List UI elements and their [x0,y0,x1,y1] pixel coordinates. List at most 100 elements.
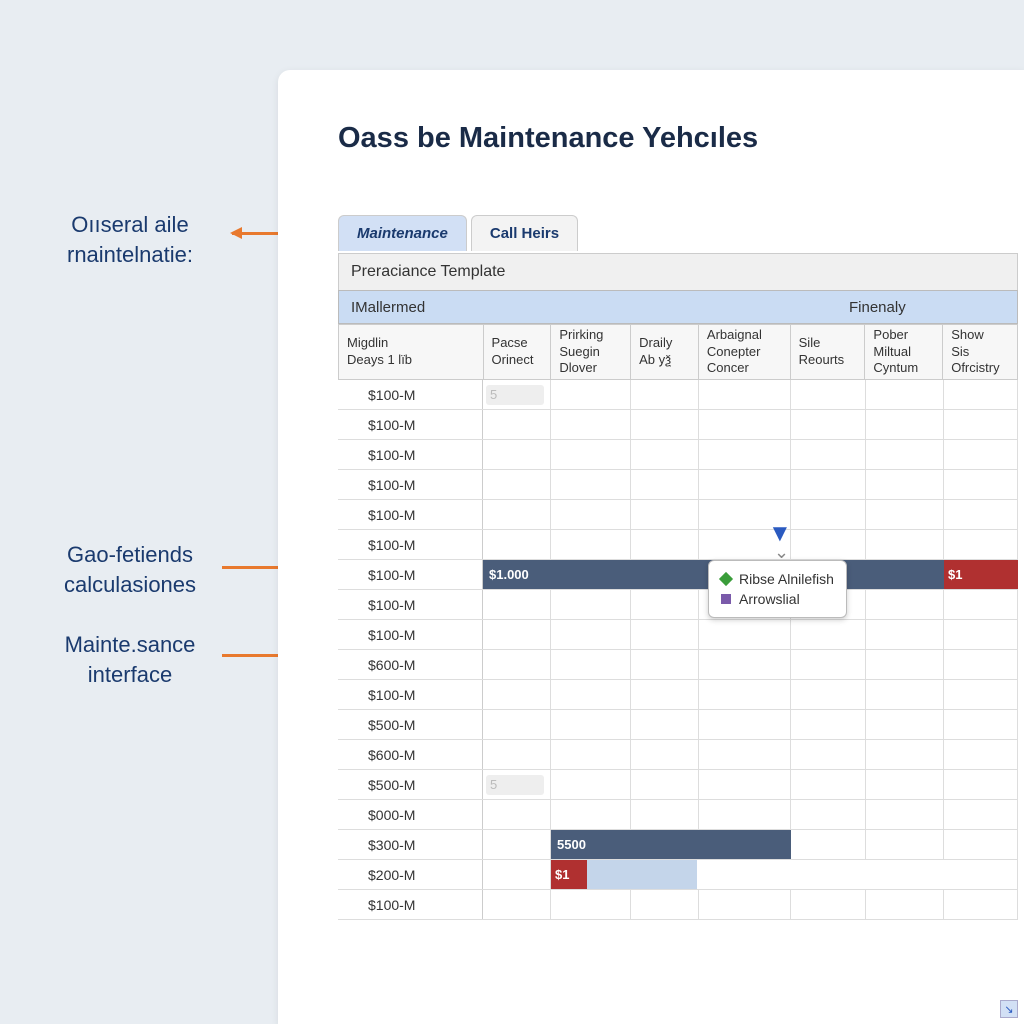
cell[interactable] [483,890,551,919]
cell[interactable] [791,680,866,709]
cell[interactable] [944,710,1018,739]
cell[interactable] [631,770,699,799]
cell[interactable] [631,410,699,439]
column-header-7[interactable]: ShowSis Ofrcistry [943,325,1017,379]
column-header-3[interactable]: Draily Ab уѯ [631,325,699,379]
cell[interactable]: 5 [483,380,551,409]
cell[interactable] [866,440,944,469]
cell[interactable] [866,500,944,529]
cell[interactable] [551,710,631,739]
cell[interactable] [483,440,551,469]
gantt-bar[interactable]: 5500 [551,830,791,859]
cell[interactable] [631,650,699,679]
cell[interactable] [944,890,1018,919]
cell[interactable] [791,710,866,739]
cell[interactable] [944,440,1018,469]
cell[interactable] [699,740,791,769]
tab-maintenance[interactable]: Maintenance [338,215,467,251]
cell[interactable] [699,890,791,919]
cell[interactable] [631,800,699,829]
cell[interactable] [791,890,866,919]
cell[interactable] [699,770,791,799]
cell[interactable] [699,440,791,469]
cell[interactable] [551,410,631,439]
tooltip-item-2[interactable]: Arrowslial [721,589,834,609]
column-header-1[interactable]: Pacse Orinect [484,325,552,379]
cell[interactable] [791,470,866,499]
cell[interactable] [631,530,699,559]
cell[interactable] [866,800,944,829]
column-header-5[interactable]: Sile Reourts [791,325,866,379]
cell[interactable] [551,500,631,529]
cell[interactable] [791,650,866,679]
cell[interactable] [866,890,944,919]
cell[interactable] [699,800,791,829]
cell[interactable] [699,680,791,709]
cell[interactable] [791,770,866,799]
cell[interactable] [944,680,1018,709]
tooltip-item-1[interactable]: Ribse Alnilefish [721,569,834,589]
cell[interactable] [944,800,1018,829]
cell[interactable] [483,500,551,529]
cell[interactable] [631,380,699,409]
cell[interactable] [551,470,631,499]
cell[interactable] [551,800,631,829]
cell[interactable] [483,800,551,829]
cell[interactable] [866,740,944,769]
cell[interactable] [866,530,944,559]
cell[interactable] [551,890,631,919]
cell[interactable] [631,680,699,709]
cell[interactable] [699,380,791,409]
cell[interactable] [944,530,1018,559]
cell[interactable] [791,620,866,649]
cell[interactable] [944,410,1018,439]
cell[interactable] [483,590,551,619]
cell[interactable] [631,620,699,649]
cell[interactable] [551,380,631,409]
tab-call-heirs[interactable]: Call Heirs [471,215,578,251]
cell[interactable] [699,710,791,739]
cell[interactable]: 5 [483,770,551,799]
cell[interactable] [551,650,631,679]
cell[interactable] [944,380,1018,409]
cell[interactable] [866,410,944,439]
cell[interactable] [631,740,699,769]
cell[interactable] [483,680,551,709]
cell[interactable] [944,590,1018,619]
cell[interactable] [551,770,631,799]
column-header-0[interactable]: MigdlinDeays 1 lïb [339,325,484,379]
cell[interactable] [791,380,866,409]
gantt-bar-red[interactable]: $1 [944,560,1018,589]
cell[interactable] [866,710,944,739]
cell[interactable] [944,770,1018,799]
cell[interactable] [944,650,1018,679]
cell[interactable] [791,530,866,559]
cell[interactable] [551,440,631,469]
cell[interactable] [791,800,866,829]
cell[interactable] [631,440,699,469]
cell[interactable] [866,620,944,649]
column-header-2[interactable]: PrirkingSuegin Dlover [551,325,631,379]
cell[interactable] [551,680,631,709]
cell[interactable] [483,650,551,679]
cell[interactable] [483,470,551,499]
cell[interactable] [866,650,944,679]
cell[interactable] [699,650,791,679]
cell[interactable] [551,530,631,559]
cell[interactable] [483,740,551,769]
cell[interactable] [866,380,944,409]
cell[interactable] [483,530,551,559]
cell[interactable] [791,440,866,469]
scroll-corner-icon[interactable]: ↘ [1000,1000,1018,1018]
gantt-bar-light[interactable] [587,860,697,889]
gantt-bar-red[interactable]: $1 [551,860,587,889]
cell[interactable] [483,620,551,649]
cell[interactable] [631,890,699,919]
cell[interactable] [866,590,944,619]
cell[interactable] [699,620,791,649]
cell[interactable] [944,470,1018,499]
cell[interactable] [866,770,944,799]
column-header-4[interactable]: ArbaignalConepter Concer [699,325,791,379]
cell[interactable] [631,500,699,529]
cell[interactable] [791,740,866,769]
